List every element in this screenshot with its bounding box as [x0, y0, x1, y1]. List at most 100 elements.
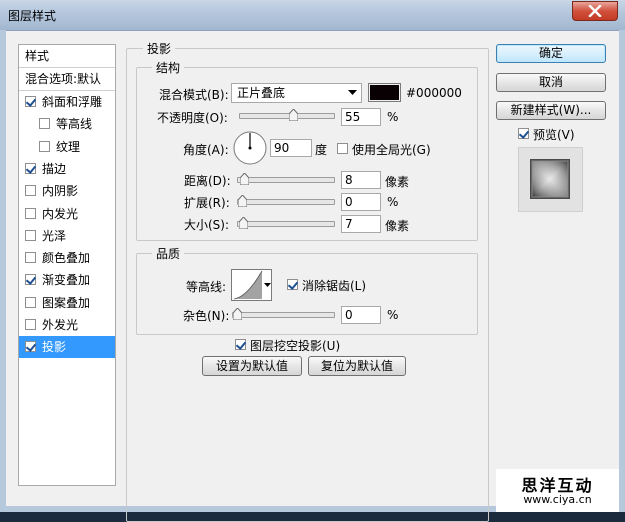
- dialog-body: 样式 混合选项:默认 斜面和浮雕等高线纹理描边内阴影内发光光泽颜色叠加渐变叠加图…: [6, 31, 619, 522]
- style-item-label: 等高线: [56, 117, 93, 132]
- noise-unit: %: [387, 308, 399, 322]
- noise-input[interactable]: 0: [341, 306, 381, 324]
- blend-options-item[interactable]: 混合选项:默认: [19, 68, 115, 90]
- size-slider[interactable]: [237, 217, 335, 229]
- slider-thumb-icon: [289, 109, 298, 121]
- contour-picker[interactable]: [231, 269, 272, 301]
- global-light-checkbox[interactable]: [337, 143, 348, 154]
- angle-unit: 度: [315, 143, 328, 157]
- slider-thumb-icon: [233, 308, 242, 320]
- style-item[interactable]: 内阴影: [19, 180, 115, 202]
- style-item-label: 图案叠加: [42, 295, 91, 310]
- shadow-color-hex: #000000: [406, 86, 462, 100]
- antialias-checkbox[interactable]: [287, 279, 298, 290]
- knockout-label: 图层挖空投影(U): [250, 339, 341, 353]
- style-item-label: 渐变叠加: [42, 273, 91, 288]
- style-item-label: 光泽: [42, 228, 67, 243]
- preview-swatch-icon: [530, 159, 570, 199]
- reset-default-button[interactable]: 复位为默认值: [308, 356, 406, 376]
- size-input[interactable]: 7: [341, 215, 381, 233]
- slider-thumb-icon: [240, 173, 249, 185]
- style-preview: [518, 147, 583, 212]
- preview-label: 预览(V): [533, 128, 575, 142]
- style-item-checkbox[interactable]: [25, 252, 36, 264]
- blend-mode-label: 混合模式(B):: [159, 88, 229, 102]
- noise-label: 杂色(N):: [183, 309, 230, 323]
- style-item-checkbox[interactable]: [25, 207, 36, 219]
- spread-slider[interactable]: [237, 195, 335, 207]
- style-item-label: 颜色叠加: [42, 251, 91, 266]
- style-item-checkbox[interactable]: [39, 140, 50, 152]
- style-item-checkbox[interactable]: [25, 229, 36, 241]
- style-item[interactable]: 图案叠加: [19, 292, 115, 314]
- style-item[interactable]: 光泽: [19, 225, 115, 247]
- style-item-checkbox[interactable]: [25, 96, 36, 107]
- style-list: 样式 混合选项:默认 斜面和浮雕等高线纹理描边内阴影内发光光泽颜色叠加渐变叠加图…: [18, 44, 116, 486]
- drop-shadow-title: 投影: [143, 40, 176, 57]
- blend-mode-select[interactable]: 正片叠底: [231, 83, 362, 103]
- style-item-checkbox[interactable]: [25, 162, 36, 174]
- style-item[interactable]: 斜面和浮雕: [19, 91, 115, 113]
- shadow-color-swatch[interactable]: [368, 83, 401, 102]
- style-item-label: 描边: [42, 161, 67, 176]
- window-title: 图层样式: [8, 9, 57, 23]
- angle-label: 角度(A):: [183, 143, 229, 157]
- close-icon: [588, 5, 602, 17]
- style-item[interactable]: 渐变叠加: [19, 269, 115, 291]
- style-item[interactable]: 投影: [19, 336, 115, 359]
- size-label: 大小(S):: [184, 218, 230, 232]
- style-item-checkbox[interactable]: [25, 296, 36, 308]
- opacity-slider[interactable]: [239, 109, 335, 121]
- style-item-checkbox[interactable]: [39, 118, 50, 130]
- distance-input[interactable]: 8: [341, 171, 381, 189]
- style-item-label: 内发光: [42, 206, 79, 221]
- style-item-checkbox[interactable]: [25, 341, 36, 353]
- distance-unit: 像素: [385, 175, 410, 189]
- title-bar: 图层样式: [0, 0, 625, 31]
- style-list-header-label: 样式: [25, 49, 50, 63]
- style-item[interactable]: 内发光: [19, 203, 115, 225]
- distance-slider[interactable]: [237, 173, 335, 185]
- style-item[interactable]: 外发光: [19, 314, 115, 336]
- contour-label: 等高线:: [186, 280, 227, 294]
- style-item-label: 斜面和浮雕: [42, 95, 103, 109]
- style-item[interactable]: 颜色叠加: [19, 247, 115, 269]
- style-item-label: 外发光: [42, 318, 79, 332]
- angle-dial-icon[interactable]: [232, 130, 268, 166]
- antialias-label: 消除锯齿(L): [302, 279, 367, 293]
- blend-options-label: 混合选项:默认: [25, 72, 102, 86]
- size-unit: 像素: [385, 219, 410, 233]
- spread-input[interactable]: 0: [341, 193, 381, 211]
- style-item-label: 投影: [42, 340, 67, 355]
- style-item-checkbox[interactable]: [25, 274, 36, 286]
- make-default-button[interactable]: 设置为默认值: [202, 356, 302, 376]
- style-item[interactable]: 纹理: [19, 136, 115, 158]
- new-style-button[interactable]: 新建样式(W)...: [496, 101, 606, 120]
- angle-input[interactable]: 90: [270, 139, 312, 157]
- knockout-checkbox[interactable]: [235, 339, 246, 350]
- opacity-input[interactable]: 55: [341, 108, 381, 126]
- style-item-checkbox[interactable]: [25, 319, 36, 330]
- style-item-label: 纹理: [56, 139, 81, 154]
- preview-checkbox[interactable]: [518, 128, 529, 139]
- window-frame-right: [619, 30, 625, 512]
- ok-button[interactable]: 确定: [496, 44, 606, 63]
- style-item[interactable]: 描边: [19, 158, 115, 180]
- shadow-color-fill: [370, 85, 399, 100]
- noise-slider[interactable]: [232, 308, 335, 320]
- watermark-url: www.ciya.cn: [523, 493, 592, 506]
- layer-style-dialog: 图层样式 样式 混合选项:默认 斜面和浮雕等高线纹理描边内阴影内发光光泽颜色叠加…: [0, 0, 625, 522]
- chevron-down-icon: [264, 283, 271, 287]
- style-item-label: 内阴影: [42, 184, 79, 199]
- global-light-label: 使用全局光(G): [352, 143, 431, 157]
- style-list-header[interactable]: 样式: [19, 45, 115, 67]
- quality-title: 品质: [152, 245, 185, 262]
- style-item[interactable]: 等高线: [19, 113, 115, 135]
- cancel-button[interactable]: 取消: [496, 73, 606, 92]
- spread-label: 扩展(R):: [184, 196, 230, 210]
- slider-thumb-icon: [238, 195, 247, 207]
- watermark: 思洋互动 www.ciya.cn: [496, 469, 619, 512]
- close-button[interactable]: [572, 1, 618, 21]
- style-item-checkbox[interactable]: [25, 185, 36, 197]
- spread-unit: %: [387, 195, 399, 209]
